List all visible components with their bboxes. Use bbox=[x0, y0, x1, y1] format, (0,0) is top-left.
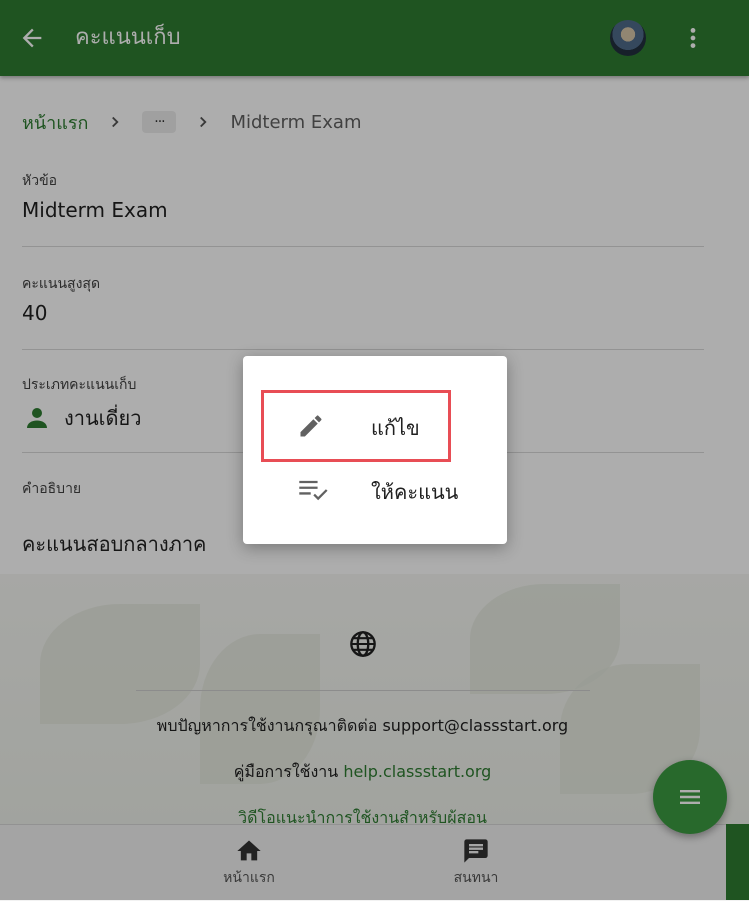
grading-icon bbox=[299, 480, 328, 501]
highlight-box bbox=[261, 390, 451, 462]
context-menu: แก้ไข ให้คะแนน bbox=[243, 356, 507, 544]
menu-item-label: ให้คะแนน bbox=[371, 480, 459, 504]
menu-item-grade[interactable]: ให้คะแนน bbox=[243, 462, 507, 518]
